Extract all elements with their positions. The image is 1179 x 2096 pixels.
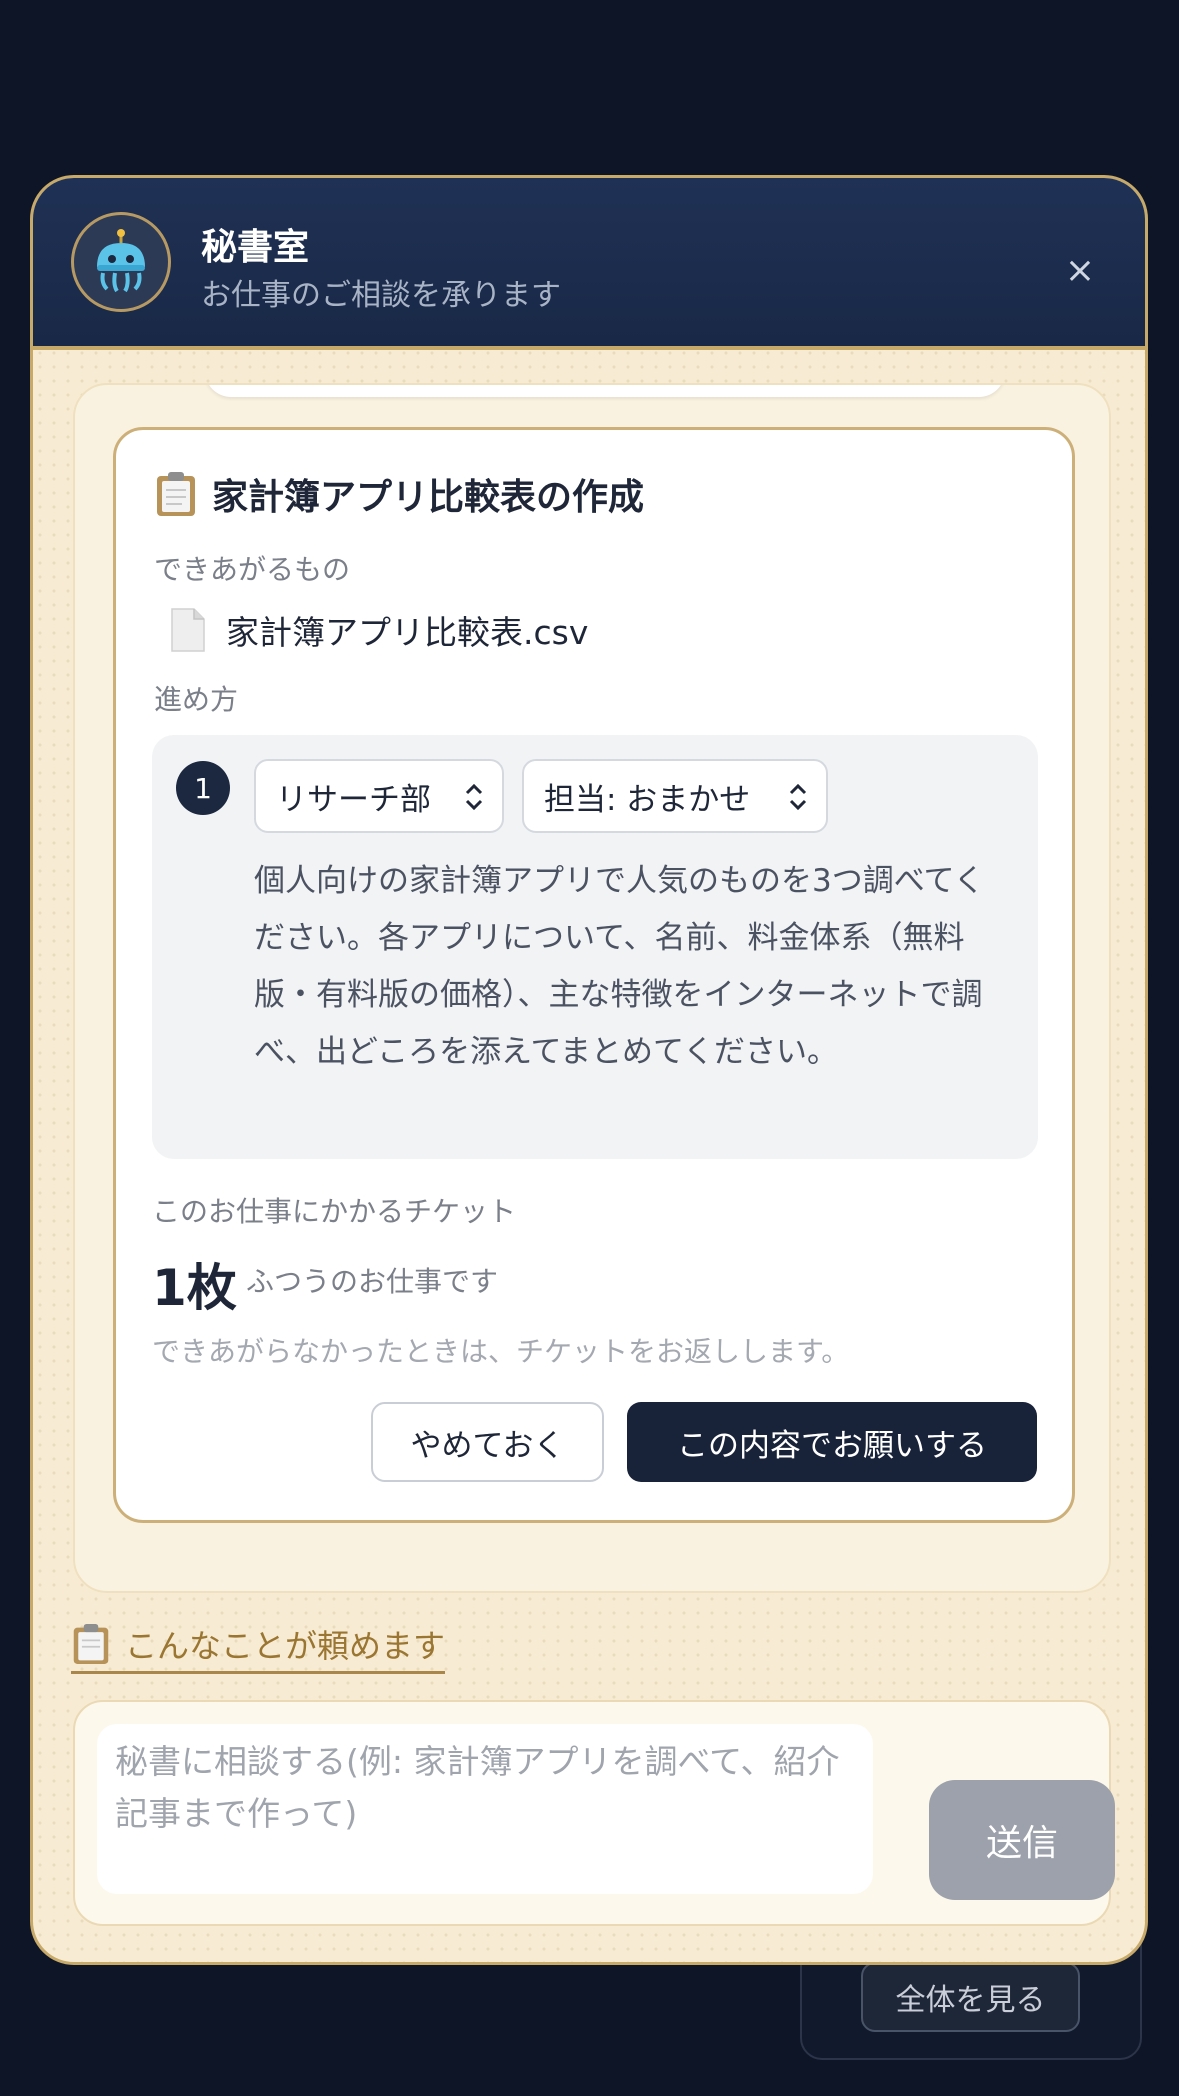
assignee-select[interactable]: 担当: おまかせ [522, 759, 828, 833]
ticket-count: 1枚 [152, 1259, 237, 1317]
deliverable-item: 家計簿アプリ比較表.csv [168, 606, 588, 654]
secretary-chat-window: 秘書室 お仕事のご相談を承ります × 家計簿アプリ比較表の作成 できあがるもの [30, 175, 1148, 1965]
task-title: 家計簿アプリ比較表の作成 [212, 477, 645, 518]
department-select-value: リサーチ部 [276, 781, 431, 818]
chevron-up-down-icon [789, 783, 807, 811]
previous-message-bubble [205, 385, 1005, 397]
robot-jellyfish-icon [97, 229, 145, 293]
clipboard-icon [157, 472, 195, 516]
examples-label: こんなことが頼めます [125, 1627, 446, 1665]
clipboard-icon [73, 1624, 109, 1664]
deliverables-label: できあがるもの [154, 553, 351, 586]
document-icon [171, 608, 205, 652]
step-number-badge: 1 [176, 761, 230, 815]
chat-header: 秘書室 お仕事のご相談を承ります × [33, 178, 1145, 350]
send-button[interactable]: 送信 [929, 1780, 1115, 1900]
task-proposal-card: 家計簿アプリ比較表の作成 できあがるもの 家計簿アプリ比較表.csv 進め方 1… [113, 427, 1075, 1523]
deliverable-filename: 家計簿アプリ比較表.csv [226, 613, 589, 652]
chevron-up-down-icon [465, 783, 483, 811]
close-button[interactable]: × [1058, 248, 1102, 292]
refund-note: できあがらなかったときは、チケットをお返しします。 [152, 1335, 850, 1368]
cancel-button[interactable]: やめておく [371, 1402, 604, 1482]
message-composer: 送信 [73, 1700, 1115, 1926]
assignee-select-value: 担当: おまかせ [544, 781, 751, 818]
examples-link[interactable]: こんなことが頼めます [71, 1621, 446, 1674]
department-select[interactable]: リサーチ部 [254, 759, 504, 833]
step-item: 1 リサーチ部 担当: おまかせ 個人向けの家計簿アプリで人気のものを3つ調べて [152, 735, 1038, 1159]
steps-label: 進め方 [154, 683, 239, 716]
ticket-label: このお仕事にかかるチケット [152, 1195, 517, 1228]
view-all-button[interactable]: 全体を見る [861, 1962, 1080, 2032]
message-input[interactable] [97, 1724, 873, 1894]
ticket-kind: ふつうのお仕事です [246, 1265, 499, 1298]
close-icon: × [1064, 249, 1096, 291]
step-description: 個人向けの家計簿アプリで人気のものを3つ調べてください。各アプリについて、名前、… [254, 863, 985, 1070]
confirm-button[interactable]: この内容でお願いする [627, 1402, 1037, 1482]
avatar [71, 212, 171, 312]
task-title-row: 家計簿アプリ比較表の作成 [154, 468, 644, 520]
chat-message-area[interactable]: 家計簿アプリ比較表の作成 できあがるもの 家計簿アプリ比較表.csv 進め方 1… [73, 383, 1111, 1593]
header-title: 秘書室 [201, 227, 310, 268]
header-subtitle: お仕事のご相談を承ります [201, 278, 561, 313]
